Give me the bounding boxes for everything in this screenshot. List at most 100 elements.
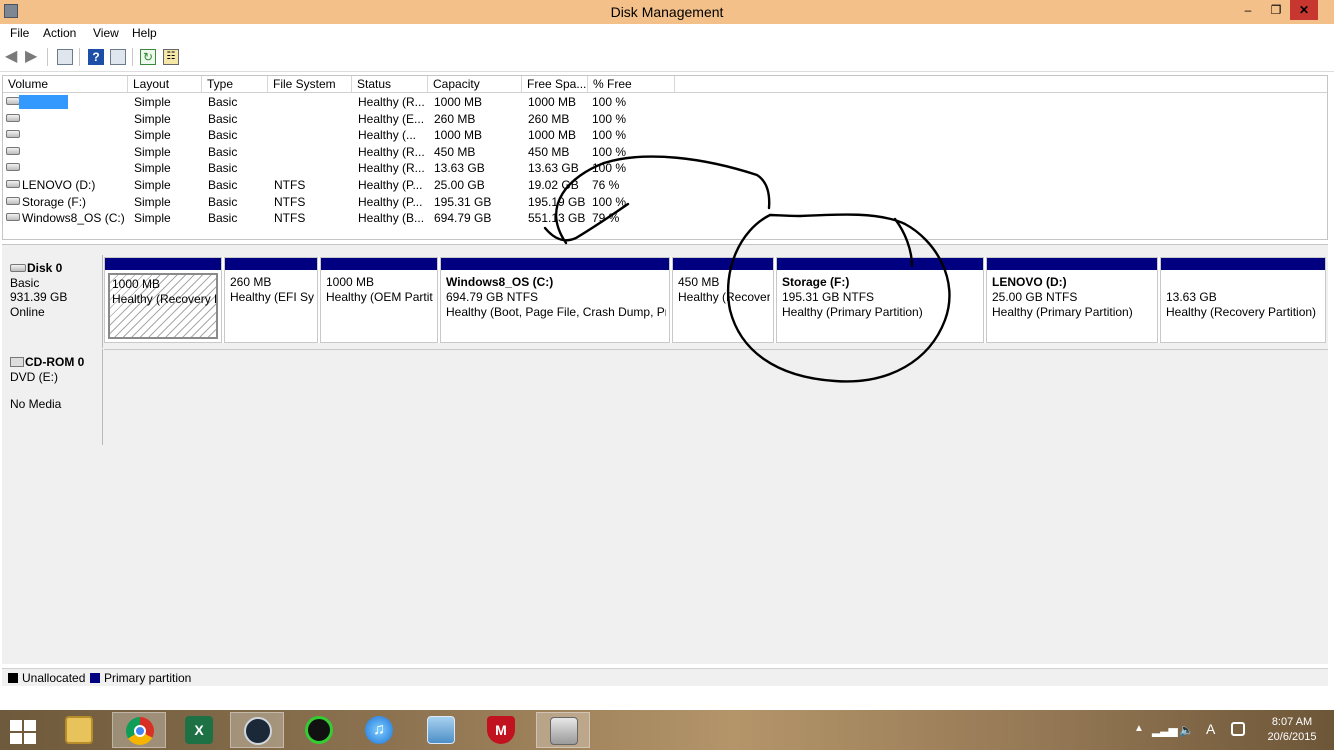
- volume-file-system: NTFS: [274, 211, 306, 226]
- minimize-button[interactable]: –: [1234, 0, 1262, 20]
- volume-row[interactable]: Simple Basic Healthy (R... 450 MB 450 MB…: [3, 144, 1327, 161]
- volume-percent-free: 100 %: [592, 111, 627, 126]
- partition-bar: [225, 258, 317, 270]
- menu-action[interactable]: Action: [43, 26, 76, 40]
- taskbar-green-alien[interactable]: [292, 712, 346, 748]
- volume-row[interactable]: Storage (F:) Simple Basic NTFS Healthy (…: [3, 194, 1327, 211]
- partition-recovery-13gb[interactable]: 13.63 GB Healthy (Recovery Partition): [1160, 257, 1326, 343]
- volume-list-header: Volume Layout Type File System Status Ca…: [3, 76, 1327, 93]
- partition-recovery-450mb[interactable]: 450 MB Healthy (Recover: [672, 257, 774, 343]
- volume-icon: [6, 213, 20, 222]
- refresh-icon[interactable]: ↻: [140, 49, 156, 65]
- taskbar-steam[interactable]: [230, 712, 284, 748]
- properties-icon[interactable]: ☷: [163, 49, 179, 65]
- cdrom0-label[interactable]: CD-ROM 0 DVD (E:) No Media: [2, 349, 103, 445]
- volume-row[interactable]: Simple Basic Healthy (R... 1000 MB 1000 …: [3, 94, 1327, 111]
- taskbar-chrome[interactable]: [112, 712, 166, 748]
- taskbar-mcafee[interactable]: M: [474, 712, 528, 748]
- back-icon[interactable]: ◀: [5, 49, 21, 65]
- partition-oem-1000mb[interactable]: 1000 MB Healthy (OEM Partit: [320, 257, 438, 343]
- network-icon[interactable]: ▂▃▅: [1152, 723, 1178, 737]
- taskbar-itunes[interactable]: ♫: [352, 712, 406, 748]
- show-hidden-icons[interactable]: ▲: [1134, 723, 1144, 734]
- volume-percent-free: 76 %: [592, 178, 620, 192]
- volume-row[interactable]: Simple Basic Healthy (... 1000 MB 1000 M…: [3, 127, 1327, 144]
- volume-name: LENOVO (D:): [22, 178, 96, 192]
- volume-free-space: 551.13 GB: [528, 211, 586, 226]
- disk0-state: Online: [10, 304, 45, 319]
- partition-size: 25.00 GB NTFS: [992, 290, 1078, 304]
- menu-bar: File Action View Help: [0, 24, 1334, 44]
- volume-layout: Simple: [134, 211, 171, 226]
- partition-efi-260mb[interactable]: 260 MB Healthy (EFI Sys: [224, 257, 318, 343]
- menu-file[interactable]: File: [10, 26, 29, 40]
- column-volume[interactable]: Volume: [3, 76, 128, 93]
- volume-free-space: 19.02 GB: [528, 178, 579, 192]
- forward-icon[interactable]: ▶: [25, 49, 41, 65]
- partition-status: Healthy (Boot, Page File, Crash Dump, Pr…: [446, 305, 666, 319]
- volume-capacity: 13.63 GB: [434, 161, 485, 176]
- green-alien-icon: [305, 716, 333, 744]
- toolbar-separator: [79, 48, 80, 66]
- column-file-system[interactable]: File System: [268, 76, 352, 93]
- volume-type: Basic: [208, 95, 238, 109]
- menu-view[interactable]: View: [93, 26, 119, 40]
- column-percent-free[interactable]: % Free: [588, 76, 675, 93]
- maximize-button[interactable]: ❐: [1262, 0, 1290, 20]
- selected-volume-highlight[interactable]: [19, 95, 68, 109]
- column-layout[interactable]: Layout: [128, 76, 202, 93]
- close-button[interactable]: ✕: [1290, 0, 1318, 20]
- partition-bar: [105, 258, 221, 270]
- taskbar-control-panel[interactable]: [414, 712, 468, 748]
- partition-size: 1000 MB: [112, 277, 161, 291]
- disk0-size: 931.39 GB: [10, 290, 68, 304]
- file-explorer-icon: [65, 716, 93, 744]
- volume-row[interactable]: Simple Basic Healthy (R... 13.63 GB 13.6…: [3, 160, 1327, 177]
- volume-icon[interactable]: 🔈: [1179, 723, 1194, 737]
- column-capacity[interactable]: Capacity: [428, 76, 522, 93]
- clock[interactable]: 8:07 AM 20/6/2015: [1262, 715, 1322, 745]
- partition-bar: [441, 258, 669, 270]
- partition-bar: [777, 258, 983, 270]
- partition-windows8-os-c[interactable]: Windows8_OS (C:) 694.79 GB NTFS Healthy (B…: [440, 257, 670, 343]
- clock-time: 8:07 AM: [1271, 716, 1313, 728]
- action-center-icon[interactable]: [1231, 722, 1245, 736]
- disk-management-icon: [550, 717, 578, 745]
- partition-storage-f[interactable]: Storage (F:) 195.31 GB NTFS Healthy (Prima…: [776, 257, 984, 343]
- disk0-label[interactable]: Disk 0 Basic 931.39 GB Online: [2, 255, 103, 348]
- cdrom0-strip[interactable]: [104, 349, 1328, 445]
- volume-capacity: 260 MB: [434, 111, 476, 126]
- menu-help[interactable]: Help: [132, 26, 157, 40]
- cdrom0-title: CD-ROM 0: [10, 355, 94, 370]
- ime-indicator[interactable]: A: [1206, 721, 1215, 737]
- cdrom0-media: No Media: [10, 397, 62, 411]
- legend-unallocated: Unallocated: [22, 671, 86, 685]
- volume-layout: Simple: [134, 95, 171, 109]
- partition-lenovo-d[interactable]: LENOVO (D:) 25.00 GB NTFS Healthy (Primary…: [986, 257, 1158, 343]
- volume-capacity: 195.31 GB: [434, 194, 492, 209]
- help-icon[interactable]: ?: [88, 49, 104, 65]
- partition-recovery-1000mb[interactable]: 1000 MB Healthy (Recovery P: [104, 257, 222, 343]
- taskbar: X ♫ M ▲ ▂▃▅ 🔈 A 8:07 AM 20/6/2015: [0, 710, 1334, 750]
- start-button[interactable]: [0, 712, 48, 748]
- volume-layout: Simple: [134, 178, 171, 192]
- volume-row[interactable]: Windows8_OS (C:) Simple Basic NTFS Healt…: [3, 210, 1327, 227]
- volume-capacity: 450 MB: [434, 144, 476, 159]
- show-hide-icon[interactable]: [110, 49, 126, 65]
- volume-row[interactable]: Simple Basic Healthy (E... 260 MB 260 MB…: [3, 111, 1327, 128]
- console-tree-icon[interactable]: [57, 49, 73, 65]
- column-type[interactable]: Type: [202, 76, 268, 93]
- taskbar-excel[interactable]: X: [172, 712, 226, 748]
- volume-type: Basic: [208, 128, 238, 143]
- taskbar-disk-management[interactable]: [536, 712, 590, 748]
- volume-list: Volume Layout Type File System Status Ca…: [2, 75, 1328, 240]
- partition-size: 260 MB: [230, 275, 272, 289]
- volume-layout: Simple: [134, 194, 171, 209]
- volume-status: Healthy (R...: [358, 95, 425, 109]
- volume-type: Basic: [208, 111, 238, 126]
- taskbar-file-explorer[interactable]: [52, 712, 106, 748]
- volume-status: Healthy (P...: [358, 194, 423, 209]
- column-status[interactable]: Status: [352, 76, 428, 93]
- column-free-space[interactable]: Free Spa...: [522, 76, 588, 93]
- volume-row[interactable]: LENOVO (D:) Simple Basic NTFS Healthy (P…: [3, 177, 1327, 194]
